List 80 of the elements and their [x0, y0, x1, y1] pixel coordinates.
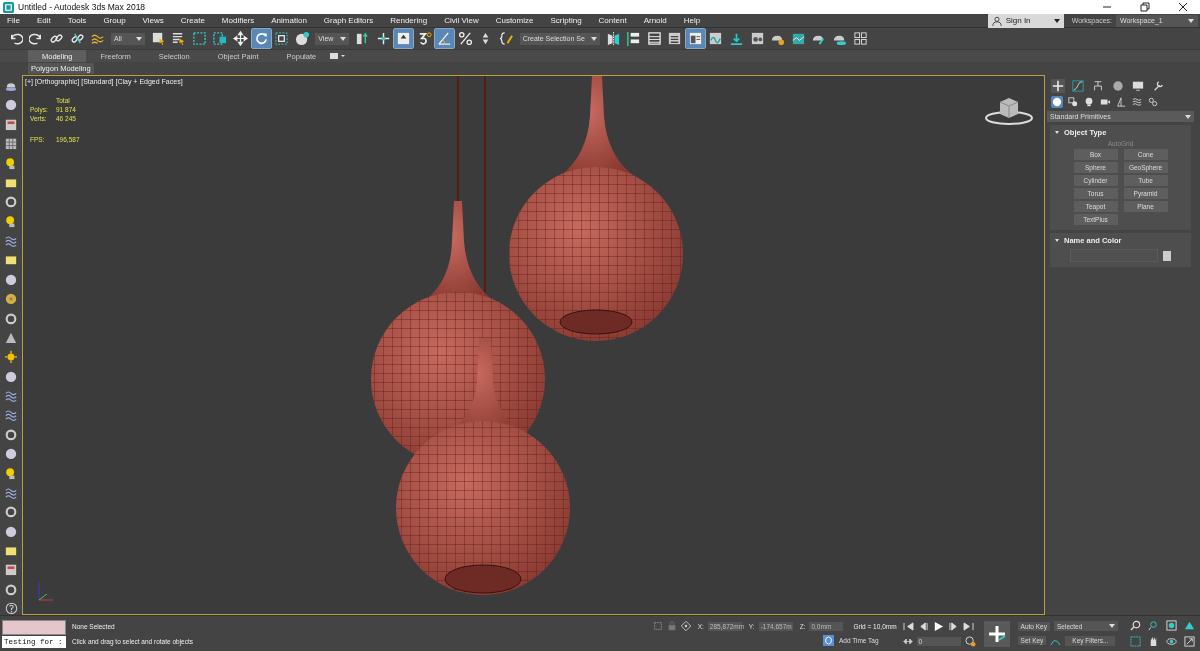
menu-item[interactable]: Rendering [381, 16, 436, 25]
wave-icon[interactable] [4, 389, 18, 403]
grid-icon[interactable] [4, 137, 18, 151]
ribbon-options-icon[interactable] [330, 52, 347, 60]
menu-item[interactable]: Scripting [541, 16, 591, 25]
zoom-extents-all-icon[interactable] [1184, 620, 1195, 631]
warp-icon[interactable] [1131, 96, 1143, 108]
menu-item[interactable]: Tools [59, 16, 95, 25]
sphere-icon[interactable] [1051, 96, 1063, 108]
time-config-icon[interactable] [964, 635, 976, 647]
menu-item[interactable]: Content [590, 16, 636, 25]
disc-icon[interactable] [4, 292, 18, 306]
hierarchy-icon[interactable] [1091, 79, 1105, 93]
wave-icon[interactable] [4, 485, 18, 500]
systems-icon[interactable] [1147, 96, 1159, 108]
transform-mode-icon[interactable] [680, 621, 691, 631]
close-icon[interactable] [1178, 2, 1188, 12]
zoom-region-icon[interactable] [1130, 636, 1141, 647]
window-title: Untitled - Autodesk 3ds Max 2018 [18, 2, 146, 12]
pan-icon[interactable] [1148, 636, 1159, 647]
tag-icon [822, 635, 834, 646]
menu-item[interactable]: Modifiers [213, 16, 263, 25]
panel-icon[interactable] [4, 563, 18, 578]
curve-icon[interactable] [1071, 79, 1085, 93]
color-swatch[interactable] [1163, 250, 1171, 261]
menu-item[interactable]: Help [675, 16, 709, 25]
move-icon[interactable] [230, 29, 250, 48]
light-icon[interactable] [1083, 96, 1095, 108]
ribbon-icon[interactable] [685, 29, 705, 48]
plus-icon[interactable] [1051, 79, 1065, 93]
menu-item[interactable]: Animation [262, 16, 316, 25]
maximize-viewport-icon[interactable] [1184, 636, 1195, 647]
go-to-end-icon[interactable] [962, 621, 974, 631]
next-frame-icon[interactable] [947, 621, 959, 631]
menu-item[interactable]: Customize [487, 16, 542, 25]
listener-output-field[interactable] [2, 619, 66, 635]
ring-icon[interactable] [4, 582, 18, 597]
panel-icon[interactable] [4, 117, 18, 132]
monitor-icon[interactable] [1131, 79, 1145, 93]
ring-icon[interactable] [4, 195, 18, 210]
ring-icon[interactable] [4, 427, 18, 442]
sun-icon[interactable] [4, 350, 18, 365]
box-icon[interactable] [4, 544, 18, 558]
menu-item[interactable]: Edit [28, 16, 60, 25]
isolate-icon[interactable] [652, 621, 663, 631]
ring-icon[interactable] [4, 505, 18, 520]
restore-icon[interactable] [1140, 2, 1150, 12]
shapes-icon[interactable] [1067, 96, 1079, 108]
motion-icon[interactable] [1111, 79, 1125, 93]
key-mode-icon[interactable] [902, 636, 913, 646]
menu-item[interactable]: Civil View [435, 16, 488, 25]
zoom-icon[interactable] [1130, 620, 1141, 631]
previous-frame-icon[interactable] [917, 621, 929, 631]
rotate-icon[interactable] [251, 29, 271, 48]
menu-item[interactable]: Views [134, 16, 173, 25]
ruler-icon[interactable] [1115, 96, 1127, 108]
help-icon[interactable] [4, 602, 18, 615]
sphere-icon[interactable] [4, 524, 18, 539]
viewcube-icon[interactable] [984, 96, 1034, 126]
sphere-icon[interactable] [4, 369, 18, 384]
orbit-icon[interactable] [1166, 636, 1177, 647]
axis-tripod-icon [35, 580, 55, 604]
play-icon[interactable] [932, 620, 944, 632]
zoom-all-icon[interactable] [1148, 620, 1159, 631]
sphere-icon[interactable] [4, 272, 18, 287]
go-to-start-icon[interactable] [902, 621, 914, 631]
menu-item[interactable]: Graph Editors [315, 16, 382, 25]
menu-item[interactable]: File [0, 16, 29, 25]
wrench-icon[interactable] [1151, 79, 1165, 93]
menu-item[interactable]: Create [172, 16, 214, 25]
sphere-icon[interactable] [4, 447, 18, 461]
wave-icon[interactable] [4, 234, 18, 248]
ring-icon[interactable] [4, 311, 18, 326]
set-key-icon[interactable] [983, 620, 1010, 647]
menu-item[interactable]: Arnold [635, 16, 676, 25]
menu-item[interactable]: Group [94, 16, 135, 25]
zoom-extents-icon[interactable] [1166, 620, 1177, 631]
sphere-icon[interactable] [4, 98, 18, 113]
user-icon [991, 15, 1002, 26]
wave-icon[interactable] [4, 408, 18, 423]
